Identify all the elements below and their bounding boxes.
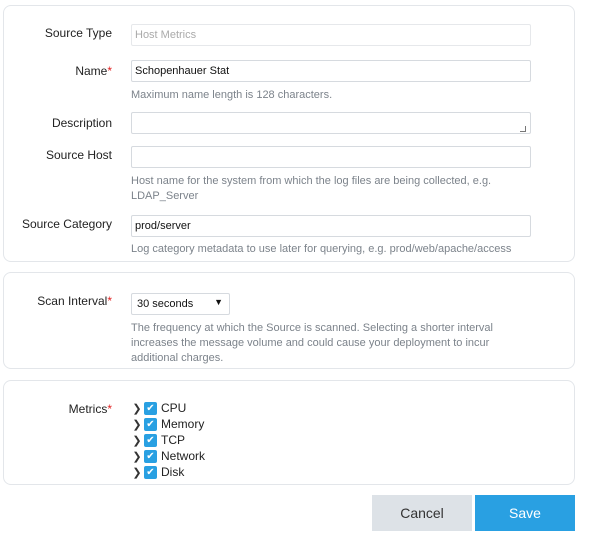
metric-item-disk[interactable]: ❯ ✔ Disk	[131, 464, 184, 480]
name-label-text: Name	[75, 64, 108, 78]
metric-item-tcp[interactable]: ❯ ✔ TCP	[131, 432, 185, 448]
metric-label: Disk	[161, 465, 185, 479]
chevron-right-icon[interactable]: ❯	[131, 466, 143, 479]
scan-interval-select[interactable]: 30 seconds ▼	[131, 293, 230, 315]
required-marker: *	[107, 402, 112, 416]
dropdown-arrow-icon: ▼	[214, 297, 223, 307]
source-category-help: Log category metadata to use later for q…	[131, 243, 512, 255]
metrics-label-text: Metrics	[68, 402, 108, 416]
source-type-field: Host Metrics	[131, 24, 531, 46]
source-type-label: Source Type	[44, 26, 112, 40]
save-button[interactable]: Save	[475, 495, 575, 531]
metric-label: CPU	[161, 401, 187, 415]
name-input[interactable]: Schopenhauer Stat	[131, 60, 531, 82]
checkbox-checked-icon[interactable]: ✔	[144, 401, 157, 415]
scan-interval-help: The frequency at which the Source is sca…	[131, 322, 493, 364]
metric-item-network[interactable]: ❯ ✔ Network	[131, 448, 205, 464]
scan-interval-panel: Scan Interval* 30 seconds ▼ The frequency…	[3, 272, 575, 369]
name-help: Maximum name length is 128 characters.	[131, 89, 333, 101]
resize-handle-icon[interactable]	[520, 126, 526, 132]
metric-label: Network	[161, 449, 206, 463]
chevron-right-icon[interactable]: ❯	[131, 450, 143, 463]
name-label: Name*	[75, 64, 112, 78]
description-label: Description	[51, 116, 112, 130]
chevron-right-icon[interactable]: ❯	[131, 418, 143, 431]
metric-label: TCP	[161, 433, 185, 447]
metrics-label: Metrics*	[69, 402, 112, 416]
source-category-input[interactable]: prod/server	[131, 215, 531, 237]
required-marker: *	[107, 294, 112, 308]
scan-interval-label: Scan Interval*	[37, 294, 112, 308]
chevron-right-icon[interactable]: ❯	[131, 402, 143, 415]
checkbox-checked-icon[interactable]: ✔	[144, 417, 157, 431]
scan-interval-value: 30 seconds	[137, 298, 194, 310]
metric-label: Memory	[161, 417, 205, 431]
chevron-right-icon[interactable]: ❯	[131, 434, 143, 447]
source-details-panel: Source Type Host Metrics Name* Schopenha…	[3, 5, 575, 262]
source-host-label: Source Host	[45, 148, 112, 162]
source-host-input[interactable]	[131, 146, 531, 168]
metric-item-memory[interactable]: ❯ ✔ Memory	[131, 416, 204, 432]
required-marker: *	[107, 64, 112, 78]
metric-item-cpu[interactable]: ❯ ✔ CPU	[131, 400, 186, 416]
metrics-panel: Metrics* ❯ ✔ CPU ❯ ✔ Memory ❯ ✔ TCP ❯ ✔ Network …	[3, 380, 575, 485]
description-textarea[interactable]	[131, 112, 531, 134]
scan-interval-label-text: Scan Interval	[37, 294, 108, 308]
checkbox-checked-icon[interactable]: ✔	[144, 465, 157, 479]
source-category-label: Source Category	[21, 217, 112, 231]
source-host-help: Host name for the system from which the …	[131, 175, 492, 202]
cancel-button[interactable]: Cancel	[372, 495, 472, 531]
checkbox-checked-icon[interactable]: ✔	[144, 449, 157, 463]
checkbox-checked-icon[interactable]: ✔	[144, 433, 157, 447]
